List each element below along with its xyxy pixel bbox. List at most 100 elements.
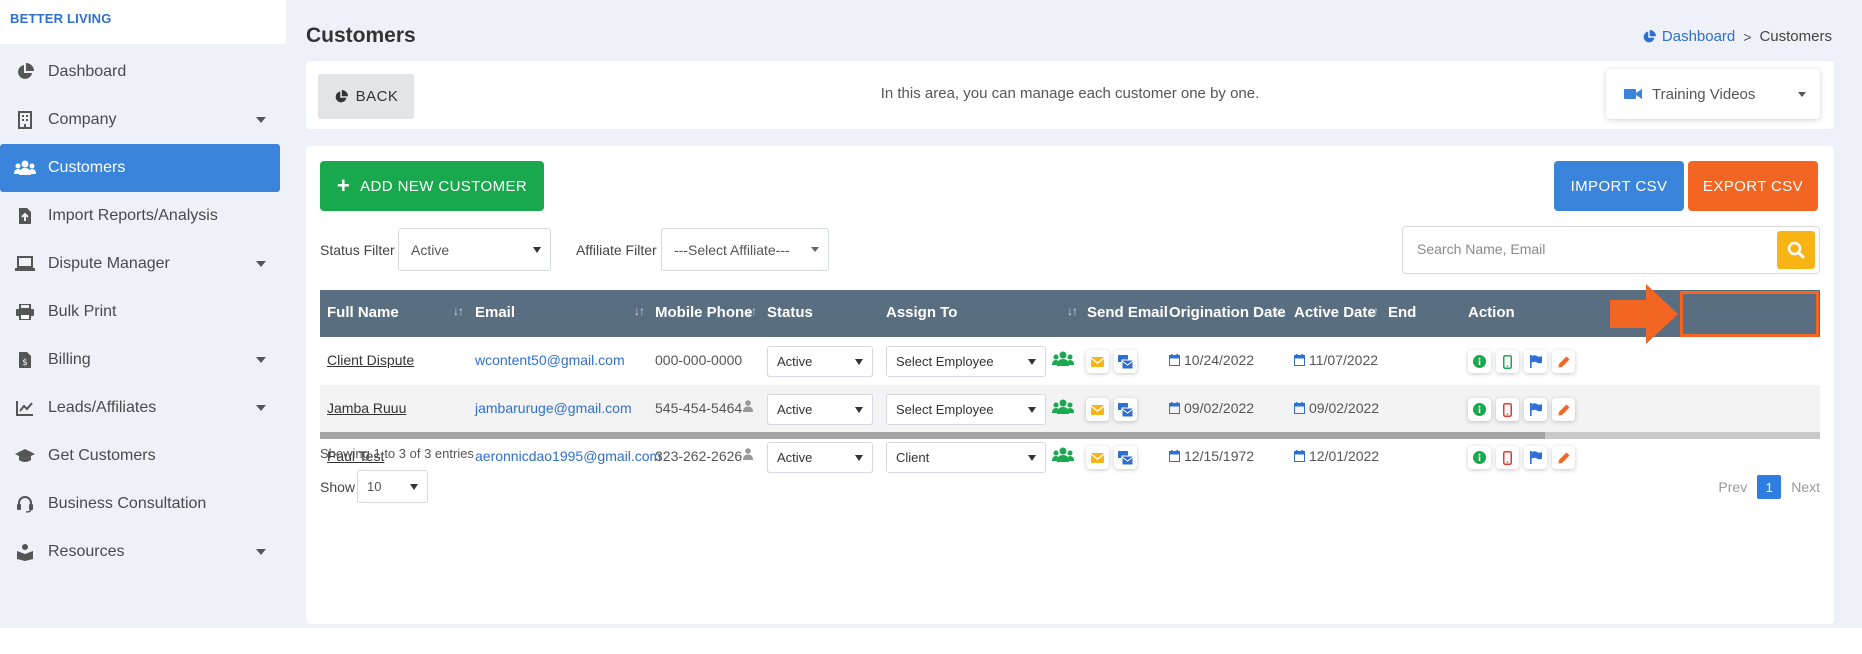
- send-email-button[interactable]: [1086, 446, 1109, 469]
- page-1-button[interactable]: 1: [1757, 475, 1782, 499]
- sidebar-item-bulk-print[interactable]: Bulk Print: [0, 288, 282, 336]
- customer-name-link[interactable]: Jamba Ruuu: [327, 400, 406, 416]
- dropdown-arrow-icon: [1028, 406, 1036, 413]
- breadcrumb-dashboard-link[interactable]: Dashboard: [1642, 28, 1735, 45]
- book-reader-icon: [14, 542, 36, 562]
- file-import-icon: [14, 206, 36, 226]
- status-value: Active: [777, 402, 813, 417]
- horizontal-scrollbar[interactable]: [320, 432, 1820, 439]
- affiliate-filter-select[interactable]: ---Select Affiliate---: [661, 228, 829, 271]
- team-icon[interactable]: [1052, 399, 1074, 418]
- mail-bulk-icon: [1118, 354, 1133, 369]
- column-full-name[interactable]: Full Name: [327, 304, 399, 321]
- info-button[interactable]: [1468, 398, 1491, 421]
- status-select[interactable]: Active: [767, 394, 873, 425]
- info-circle-icon: [1473, 451, 1486, 464]
- column-end-date[interactable]: End: [1388, 304, 1416, 321]
- send-bulk-email-button[interactable]: [1114, 398, 1137, 421]
- chevron-down-icon: [256, 405, 266, 411]
- page-size-select[interactable]: 10: [357, 470, 428, 503]
- mobile-button[interactable]: [1496, 446, 1519, 469]
- sort-icon[interactable]: ↓↑: [746, 304, 757, 318]
- assign-to-select[interactable]: Select Employee: [886, 346, 1046, 377]
- customer-email-link[interactable]: jambaruruge@gmail.com: [475, 400, 632, 416]
- send-bulk-email-button[interactable]: [1114, 350, 1137, 373]
- mobile-button[interactable]: [1496, 350, 1519, 373]
- search-button[interactable]: [1777, 231, 1815, 269]
- calendar-icon: [1169, 402, 1180, 414]
- scrollbar-thumb[interactable]: [320, 432, 1545, 439]
- dropdown-arrow-icon: [855, 358, 863, 365]
- import-csv-button[interactable]: IMPORT CSV: [1554, 161, 1684, 211]
- sidebar-item-dispute-manager[interactable]: Dispute Manager: [0, 240, 282, 288]
- assign-to-select[interactable]: Select Employee: [886, 394, 1046, 425]
- info-button[interactable]: [1468, 350, 1491, 373]
- envelope-icon: [1091, 452, 1104, 463]
- sidebar-item-get-customers[interactable]: Get Customers: [0, 432, 282, 480]
- sort-icon[interactable]: ↓↑: [634, 304, 645, 318]
- dropdown-arrow-icon: [1028, 454, 1036, 461]
- search-input[interactable]: [1417, 241, 1757, 257]
- column-action: Action: [1468, 304, 1515, 321]
- sidebar-item-company[interactable]: Company: [0, 96, 282, 144]
- table-header: Full Name ↓↑ Email ↓↑ Mobile Phone ↓↑ St…: [320, 290, 1820, 337]
- send-email-button[interactable]: [1086, 398, 1109, 421]
- column-email[interactable]: Email: [475, 304, 515, 321]
- entries-info: Showing 1 to 3 of 3 entries: [320, 446, 474, 461]
- customer-name-link[interactable]: Client Dispute: [327, 352, 414, 368]
- sidebar-item-resources[interactable]: Resources: [0, 528, 282, 576]
- customer-email-link[interactable]: aeronnicdao1995@gmail.com: [475, 448, 661, 464]
- column-active-date[interactable]: Active Date: [1294, 304, 1376, 321]
- export-csv-button[interactable]: EXPORT CSV: [1688, 161, 1818, 211]
- search-icon: [1787, 241, 1805, 259]
- pagination: Prev 1 Next: [1718, 475, 1820, 499]
- annotation-highlight-box: [1680, 291, 1819, 337]
- affiliate-filter-value: ---Select Affiliate---: [674, 241, 790, 258]
- sidebar-item-dashboard[interactable]: Dashboard: [0, 48, 282, 96]
- sidebar-item-import-reports[interactable]: Import Reports/Analysis: [0, 192, 282, 240]
- info-circle-icon: [1473, 403, 1486, 416]
- edit-button[interactable]: [1552, 398, 1575, 421]
- status-filter-select[interactable]: Active: [398, 228, 551, 271]
- status-select[interactable]: Active: [767, 346, 873, 377]
- send-bulk-email-button[interactable]: [1114, 446, 1137, 469]
- sidebar-item-customers[interactable]: Customers: [0, 144, 280, 192]
- add-button-label: ADD NEW CUSTOMER: [360, 177, 528, 195]
- active-date-value: 09/02/2022: [1309, 400, 1380, 416]
- info-button[interactable]: [1468, 446, 1491, 469]
- column-mobile-phone[interactable]: Mobile Phone: [655, 304, 753, 321]
- column-origination-date[interactable]: Origination Date: [1169, 304, 1286, 321]
- sort-icon[interactable]: ↓↑: [1274, 304, 1285, 318]
- sidebar-item-billing[interactable]: $ Billing: [0, 336, 282, 384]
- edit-button[interactable]: [1552, 350, 1575, 373]
- customer-email-link[interactable]: wcontent50@gmail.com: [475, 352, 625, 368]
- sort-icon[interactable]: ↓↑: [1368, 304, 1379, 318]
- team-icon[interactable]: [1052, 447, 1074, 466]
- team-icon[interactable]: [1052, 351, 1074, 370]
- svg-text:$: $: [22, 358, 28, 368]
- chevron-down-icon: [256, 117, 266, 123]
- edit-button[interactable]: [1552, 446, 1575, 469]
- sidebar-item-leads-affiliates[interactable]: Leads/Affiliates: [0, 384, 282, 432]
- search-box: [1402, 226, 1820, 274]
- brand-logo[interactable]: BETTER LIVING: [0, 0, 286, 44]
- prev-page-button[interactable]: Prev: [1718, 479, 1747, 495]
- flag-button[interactable]: [1524, 398, 1547, 421]
- add-new-customer-button[interactable]: + ADD NEW CUSTOMER: [320, 161, 544, 211]
- mobile-button[interactable]: [1496, 398, 1519, 421]
- send-email-button[interactable]: [1086, 350, 1109, 373]
- sort-icon[interactable]: ↓↑: [453, 304, 464, 318]
- assign-to-value: Select Employee: [896, 402, 994, 417]
- affiliate-filter-label: Affiliate Filter: [576, 242, 657, 258]
- status-select[interactable]: Active: [767, 442, 873, 473]
- next-page-button[interactable]: Next: [1791, 479, 1820, 495]
- sort-icon[interactable]: ↓↑: [1067, 304, 1078, 318]
- training-videos-dropdown[interactable]: Training Videos: [1606, 69, 1820, 119]
- assign-to-select[interactable]: Client: [886, 442, 1046, 473]
- flag-button[interactable]: [1524, 350, 1547, 373]
- sidebar-item-label: Dashboard: [48, 63, 127, 80]
- flag-button[interactable]: [1524, 446, 1547, 469]
- column-assign-to[interactable]: Assign To: [886, 304, 957, 321]
- sidebar-item-business-consultation[interactable]: Business Consultation: [0, 480, 282, 528]
- invoice-icon: $: [14, 350, 36, 370]
